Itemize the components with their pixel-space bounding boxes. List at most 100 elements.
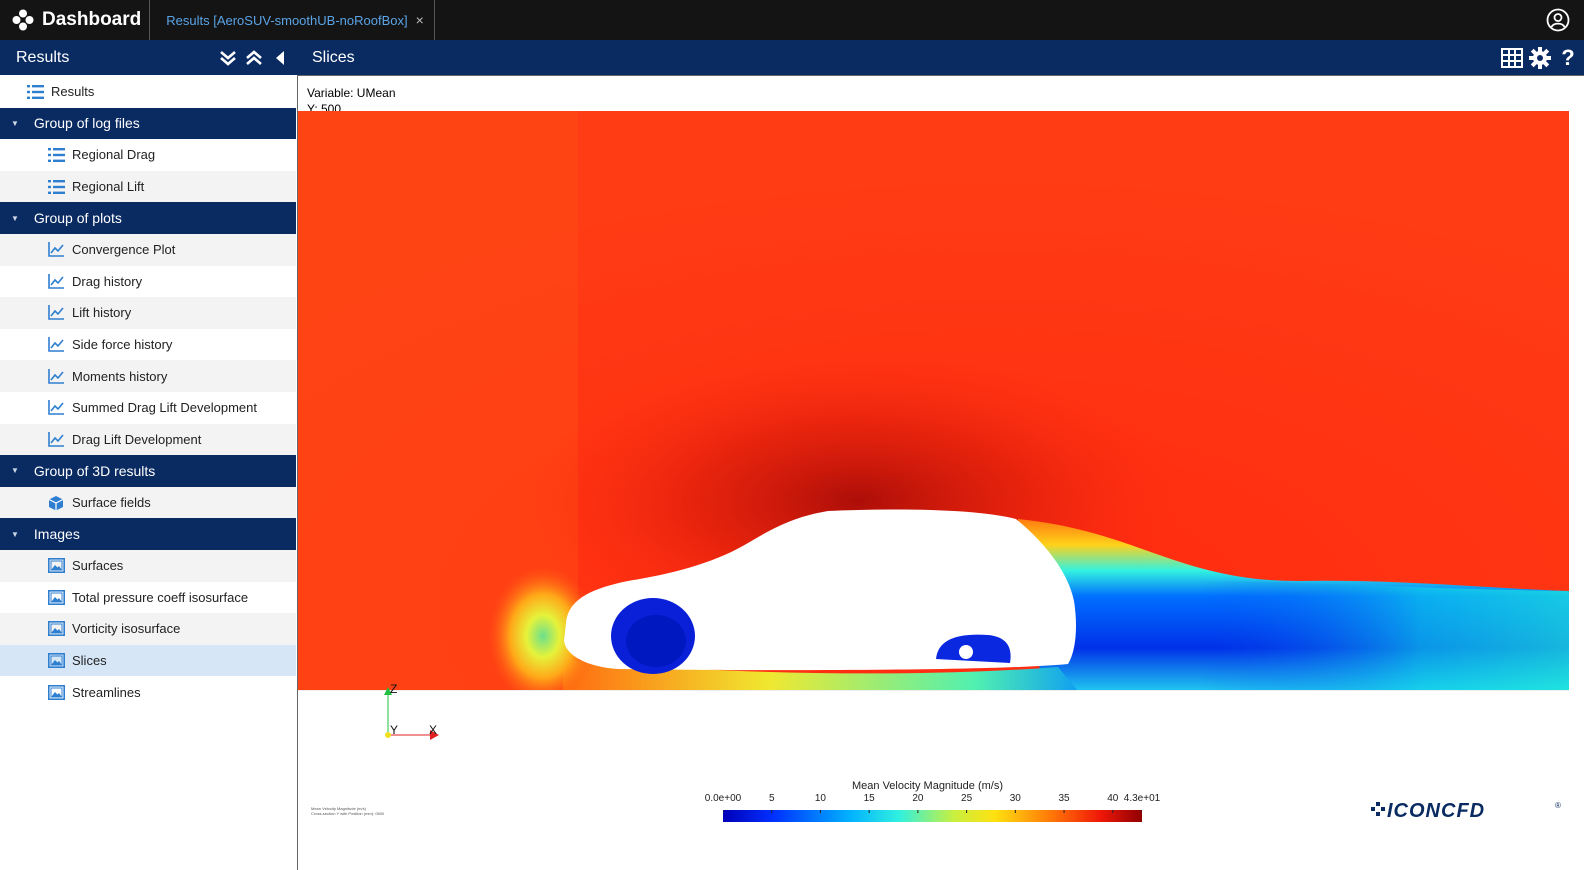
tree-item-lift-history[interactable]: Lift history [0, 297, 296, 329]
group-label: Group of 3D results [33, 462, 156, 479]
tab-label[interactable]: Results [AeroSUV-smoothUB-noRoofBox] [166, 13, 407, 28]
colorbar [723, 810, 1142, 822]
line-chart-icon [48, 273, 66, 289]
colorbar-tick-label: 15 [863, 793, 875, 804]
cube-icon [48, 495, 66, 511]
viewer-header: Slices ? [297, 40, 1584, 75]
top-bar: Dashboard Results [AeroSUV-smoothUB-noRo… [0, 0, 1584, 40]
colorbar-tick-label: 0.0e+00 [704, 793, 742, 804]
results-tree: Results ▼ Group of log files Regional Dr… [0, 76, 296, 870]
line-chart-icon [48, 337, 66, 353]
group-label: Group of log files [33, 115, 140, 132]
list-icon [48, 147, 66, 163]
line-chart-icon [48, 431, 66, 447]
tree-item-label: Convergence Plot [72, 242, 176, 258]
tree-item-surface-fields[interactable]: Surface fields [0, 486, 296, 519]
image-footnote: Mean Velocity Magnitude (m/s) Cross-sect… [311, 806, 384, 816]
expand-triangle-icon[interactable]: ▼ [11, 466, 19, 475]
tree-item-label: Streamlines [72, 684, 141, 700]
tree-item-label: Surfaces [72, 558, 124, 574]
image-icon [48, 589, 66, 605]
line-chart-icon [48, 305, 66, 321]
tree-item-slices[interactable]: Slices [0, 644, 296, 677]
colorbar-tick-label: 5 [768, 793, 775, 804]
expand-triangle-icon[interactable]: ▼ [11, 119, 19, 128]
tree-item-moments-history[interactable]: Moments history [0, 360, 296, 392]
user-circle-icon[interactable] [1546, 8, 1570, 37]
logo-registered: ® [1555, 801, 1561, 810]
tree-item-drag-history[interactable]: Drag history [0, 266, 296, 298]
iconcfd-logo: ICONCFD ® [1371, 800, 1561, 822]
tree-item-label: Regional Lift [72, 179, 145, 195]
tree-item-results-root[interactable]: Results [0, 76, 296, 108]
image-viewer[interactable]: Variable: UMean Y: 500 Z Y X Mean Veloci… [297, 75, 1584, 870]
question-icon[interactable]: ? [1554, 40, 1582, 75]
footnote-line: Cross-section Y with Position (mm): 0500 [311, 811, 385, 816]
tree-item-label: Side force history [72, 337, 173, 353]
grid-table-icon[interactable] [1498, 40, 1526, 75]
tree-group-plots[interactable]: ▼ Group of plots [0, 202, 296, 234]
tree-item-drag-lift-development[interactable]: Drag Lift Development [0, 423, 296, 456]
colorbar-tick-label: 30 [1009, 793, 1021, 804]
tree-item-label: Drag history [72, 273, 143, 289]
axes-triad: Z Y X [384, 683, 439, 740]
tree-item-label: Results [51, 84, 95, 100]
double-chevron-up-icon[interactable] [241, 40, 267, 75]
double-chevron-down-icon[interactable] [215, 40, 241, 75]
tree-group-images[interactable]: ▼ Images [0, 518, 296, 550]
colorbar-tick-label: 25 [961, 793, 973, 804]
list-icon [27, 84, 45, 100]
tree-item-summed-drag-lift[interactable]: Summed Drag Lift Development [0, 392, 296, 424]
rear-hub [959, 645, 973, 659]
colorbar-tick-label: 4.3e+01 [1123, 793, 1161, 804]
tree-item-label: Surface fields [72, 495, 151, 511]
line-chart-icon [48, 400, 66, 416]
line-chart-icon [48, 368, 66, 384]
tree-item-surfaces[interactable]: Surfaces [0, 549, 296, 582]
flower-dots-icon [12, 9, 34, 31]
colorbar-ticks: 0.0e+00 5 10 15 20 25 30 35 40 4.3e+01 [704, 793, 1164, 807]
tree-item-label: Moments history [72, 368, 168, 384]
tree-item-side-force-history[interactable]: Side force history [0, 329, 296, 361]
expand-triangle-icon[interactable]: ▼ [11, 530, 19, 539]
caret-left-icon[interactable] [267, 40, 293, 75]
tree-item-vorticity-isosurface[interactable]: Vorticity isosurface [0, 613, 296, 645]
group-label: Images [33, 526, 80, 543]
tree-item-label: Regional Drag [72, 147, 156, 163]
tab-results[interactable]: Results [AeroSUV-smoothUB-noRoofBox] × [150, 0, 435, 40]
colorbar-tick-label: 40 [1107, 793, 1119, 804]
expand-triangle-icon[interactable]: ▼ [11, 214, 19, 223]
tab-close-icon[interactable]: × [416, 12, 424, 28]
tree-item-convergence-plot[interactable]: Convergence Plot [0, 233, 296, 266]
image-icon [48, 621, 66, 637]
viewer-title: Slices [312, 48, 355, 66]
tree-item-label: Summed Drag Lift Development [72, 400, 257, 416]
axis-z-label: Z [390, 683, 397, 696]
tree-item-label: Total pressure coeff isosurface [72, 589, 249, 605]
tree-item-regional-lift[interactable]: Regional Lift [0, 170, 296, 203]
tree-item-regional-drag[interactable]: Regional Drag [0, 139, 296, 171]
logo-text: ICONCFD [1387, 800, 1485, 822]
list-icon [48, 179, 66, 195]
colorbar-tick-label: 20 [912, 793, 924, 804]
left-panel-header: Results [0, 40, 297, 75]
tree-group-3d-results[interactable]: ▼ Group of 3D results [0, 455, 296, 487]
tree-group-log-files[interactable]: ▼ Group of log files [0, 107, 296, 140]
image-icon [48, 684, 66, 700]
colorbar-tick-label: 35 [1058, 793, 1070, 804]
left-panel-title: Results [16, 48, 70, 66]
tree-item-total-pressure-isosurface[interactable]: Total pressure coeff isosurface [0, 582, 296, 614]
tree-item-label: Drag Lift Development [72, 431, 202, 447]
image-icon [48, 558, 66, 574]
tree-item-streamlines[interactable]: Streamlines [0, 676, 296, 708]
wake-far [1198, 581, 1569, 691]
app-title: Dashboard [42, 9, 142, 30]
front-wheel-inner [626, 615, 686, 667]
tree-item-label: Vorticity isosurface [72, 621, 181, 637]
image-icon [48, 652, 66, 668]
velocity-slice-image [298, 111, 1569, 691]
line-chart-icon [48, 242, 66, 258]
gear-icon[interactable] [1526, 40, 1554, 75]
ground-plane [298, 690, 1569, 691]
brand[interactable]: Dashboard [0, 0, 151, 40]
